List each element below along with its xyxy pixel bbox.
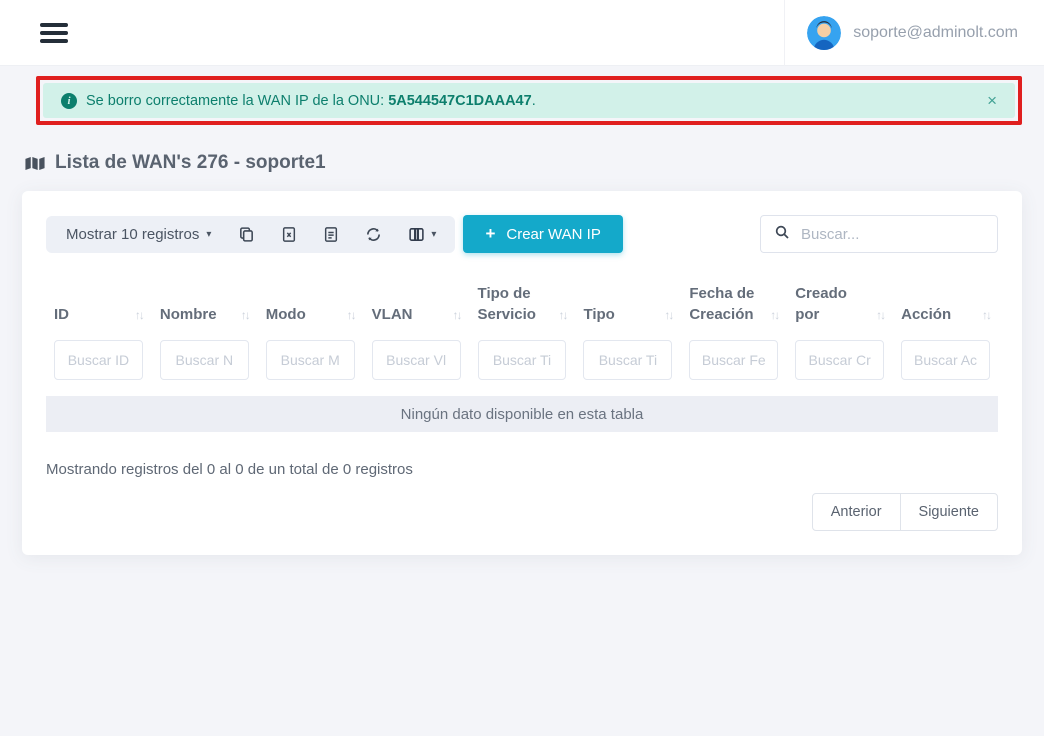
- column-header-accion[interactable]: Acción↑↓: [901, 283, 990, 325]
- table-toolbar: Mostrar 10 registros ▾: [46, 215, 998, 253]
- search-icon: [774, 224, 790, 245]
- table-filter-row: [46, 340, 998, 380]
- hamburger-menu-icon[interactable]: [40, 19, 68, 47]
- app-screen: soporte@adminolt.com i Se borro correcta…: [0, 0, 1044, 736]
- export-excel-button[interactable]: [268, 216, 310, 253]
- plus-icon: +: [485, 224, 495, 244]
- sort-icon: ↑↓: [135, 307, 143, 325]
- create-wan-ip-button[interactable]: + Crear WAN IP: [463, 215, 622, 253]
- column-visibility-dropdown[interactable]: ▾: [395, 216, 449, 253]
- column-header-tipo-servicio[interactable]: Tipo de Servicio↑↓: [478, 283, 567, 325]
- search-input[interactable]: [801, 226, 984, 243]
- user-email: soporte@adminolt.com: [853, 24, 1018, 42]
- export-file-button[interactable]: [310, 216, 352, 253]
- alert-text: Se borro correctamente la WAN IP de la O…: [86, 93, 536, 109]
- sort-icon: ↑↓: [982, 307, 990, 325]
- close-icon[interactable]: ×: [987, 92, 997, 109]
- refresh-icon[interactable]: [352, 216, 395, 253]
- sort-icon: ↑↓: [770, 307, 778, 325]
- chevron-down-icon: ▾: [431, 229, 436, 240]
- filter-input-tipo-servicio[interactable]: [478, 340, 567, 380]
- filter-input-modo[interactable]: [266, 340, 355, 380]
- table-header-row: ID↑↓ Nombre↑↓ Modo↑↓ VLAN↑↓ Tipo de Serv…: [46, 283, 998, 325]
- map-icon: [24, 155, 46, 172]
- next-page-button[interactable]: Siguiente: [900, 493, 998, 531]
- column-header-tipo[interactable]: Tipo↑↓: [583, 283, 672, 325]
- sort-icon: ↑↓: [453, 307, 461, 325]
- table-records-info: Mostrando registros del 0 al 0 de un tot…: [46, 461, 998, 478]
- wan-list-card: Mostrar 10 registros ▾: [22, 191, 1022, 555]
- column-header-modo[interactable]: Modo↑↓: [266, 283, 355, 325]
- annotation-highlight-box: i Se borro correctamente la WAN IP de la…: [36, 76, 1022, 125]
- sort-icon: ↑↓: [664, 307, 672, 325]
- sort-icon: ↑↓: [876, 307, 884, 325]
- topbar: soporte@adminolt.com: [0, 0, 1044, 66]
- global-search: [760, 215, 998, 253]
- alert-onu-id: 5A544547C1DAAA47: [388, 93, 531, 109]
- filter-input-accion[interactable]: [901, 340, 990, 380]
- user-menu[interactable]: soporte@adminolt.com: [784, 0, 1018, 66]
- page-title: Lista de WAN's 276 - soporte1: [24, 152, 1020, 174]
- sort-icon: ↑↓: [241, 307, 249, 325]
- filter-input-fecha[interactable]: [689, 340, 778, 380]
- filter-input-vlan[interactable]: [372, 340, 461, 380]
- column-header-nombre[interactable]: Nombre↑↓: [160, 283, 249, 325]
- avatar: [807, 16, 841, 50]
- success-alert: i Se borro correctamente la WAN IP de la…: [43, 83, 1015, 118]
- pagination: Anterior Siguiente: [46, 493, 998, 531]
- info-icon: i: [61, 93, 77, 109]
- page-title-text: Lista de WAN's 276 - soporte1: [55, 152, 326, 174]
- column-header-id[interactable]: ID↑↓: [54, 283, 143, 325]
- column-header-creado-por[interactable]: Creado por↑↓: [795, 283, 884, 325]
- sort-icon: ↑↓: [558, 307, 566, 325]
- chevron-down-icon: ▾: [206, 229, 211, 240]
- show-records-dropdown[interactable]: Mostrar 10 registros ▾: [52, 226, 225, 243]
- previous-page-button[interactable]: Anterior: [812, 493, 901, 531]
- sort-icon: ↑↓: [347, 307, 355, 325]
- copy-button[interactable]: [225, 216, 268, 253]
- column-header-fecha-creacion[interactable]: Fecha de Creación↑↓: [689, 283, 778, 325]
- column-header-vlan[interactable]: VLAN↑↓: [372, 283, 461, 325]
- filter-input-id[interactable]: [54, 340, 143, 380]
- filter-input-tipo[interactable]: [583, 340, 672, 380]
- tool-group: Mostrar 10 registros ▾: [46, 216, 455, 253]
- table-empty-message: Ningún dato disponible en esta tabla: [46, 396, 998, 432]
- filter-input-creado-por[interactable]: [795, 340, 884, 380]
- filter-input-nombre[interactable]: [160, 340, 249, 380]
